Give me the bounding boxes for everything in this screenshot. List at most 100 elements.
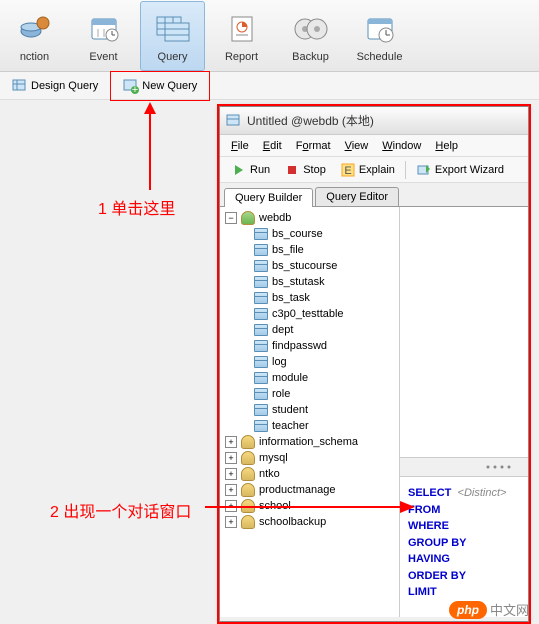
tree-view[interactable]: − webdb bs_course bs_file bs_stucoursebs_s… bbox=[220, 207, 400, 617]
stop-icon bbox=[284, 162, 300, 178]
tree-table-item[interactable]: role bbox=[223, 386, 396, 402]
toolbar-label: nction bbox=[20, 51, 49, 63]
design-label: Design Query bbox=[31, 80, 98, 92]
slider-bar bbox=[400, 457, 528, 477]
menu-bar: File Edit Format View Window Help bbox=[220, 135, 528, 157]
new-query-icon: + bbox=[123, 78, 139, 94]
tree-table-item[interactable]: bs_stucourse bbox=[223, 258, 396, 274]
tree-table-item[interactable]: student bbox=[223, 402, 396, 418]
export-icon bbox=[416, 162, 432, 178]
menu-help[interactable]: Help bbox=[429, 138, 464, 154]
sql-where: WHERE bbox=[408, 518, 520, 535]
tree-table-item[interactable]: c3p0_testtable bbox=[223, 306, 396, 322]
tree-db-item[interactable]: +information_schema bbox=[223, 434, 396, 450]
tree-panel: − webdb bs_course bs_file bs_stucoursebs_s… bbox=[220, 207, 528, 617]
toolbar-btn-nction[interactable]: nction bbox=[2, 1, 67, 71]
tree-label: bs_file bbox=[272, 244, 304, 256]
table-icon bbox=[253, 307, 269, 321]
tree-root[interactable]: − webdb bbox=[223, 210, 396, 226]
expand-icon[interactable]: + bbox=[225, 516, 237, 528]
design-query-button[interactable]: Design Query bbox=[5, 74, 105, 98]
tree-label: log bbox=[272, 356, 287, 368]
tree-label: student bbox=[272, 404, 308, 416]
tree-db-item[interactable]: +school bbox=[223, 498, 396, 514]
tree-table-item[interactable]: dept bbox=[223, 322, 396, 338]
tree-table-item[interactable]: log bbox=[223, 354, 396, 370]
tree-label: module bbox=[272, 372, 308, 384]
toolbar-btn-backup[interactable]: Backup bbox=[278, 1, 343, 71]
sql-having: HAVING bbox=[408, 551, 520, 568]
tab-query-builder[interactable]: Query Builder bbox=[224, 188, 313, 207]
sub-toolbar: Design Query + New Query bbox=[0, 72, 539, 100]
arrow-1 bbox=[130, 100, 170, 195]
toolbar-btn-query[interactable]: Query bbox=[140, 1, 205, 71]
tree-table-item[interactable]: bs_course bbox=[223, 226, 396, 242]
window-icon bbox=[226, 113, 242, 129]
table-icon bbox=[253, 227, 269, 241]
tree-label: findpasswd bbox=[272, 340, 327, 352]
watermark-badge: php bbox=[449, 601, 487, 619]
tree-db-item[interactable]: +ntko bbox=[223, 466, 396, 482]
title-bar[interactable]: Untitled @webdb (本地) bbox=[220, 107, 528, 135]
table-icon bbox=[253, 243, 269, 257]
stop-button[interactable]: Stop bbox=[278, 159, 332, 181]
database-icon bbox=[240, 483, 256, 497]
expand-icon[interactable]: + bbox=[225, 468, 237, 480]
tree-db-item[interactable]: +schoolbackup bbox=[223, 514, 396, 530]
tab-query-editor[interactable]: Query Editor bbox=[315, 187, 399, 206]
run-button[interactable]: Run bbox=[225, 159, 276, 181]
tree-table-item[interactable]: findpasswd bbox=[223, 338, 396, 354]
tree-db-item[interactable]: + mysql bbox=[223, 450, 396, 466]
tree-db-item[interactable]: + productmanage bbox=[223, 482, 396, 498]
menu-window[interactable]: Window bbox=[376, 138, 427, 154]
tree-label: productmanage bbox=[259, 484, 335, 496]
new-query-button[interactable]: + New Query bbox=[116, 74, 204, 98]
tree-table-item[interactable]: bs_stutask bbox=[223, 274, 396, 290]
window-title: Untitled @webdb (本地) bbox=[247, 112, 374, 129]
tree-label: mysql bbox=[259, 452, 288, 464]
watermark-text: 中文网 bbox=[490, 600, 529, 619]
toolbar-btn-event[interactable]: Event bbox=[71, 1, 136, 71]
tree-label: bs_course bbox=[272, 228, 323, 240]
design-icon bbox=[12, 78, 28, 94]
report-icon bbox=[222, 9, 262, 49]
watermark: php 中文网 bbox=[449, 600, 529, 619]
toolbar-label: Query bbox=[158, 51, 188, 63]
expand-icon[interactable]: + bbox=[225, 500, 237, 512]
gear-icon bbox=[15, 9, 55, 49]
run-label: Run bbox=[250, 164, 270, 176]
tree-table-item[interactable]: module bbox=[223, 370, 396, 386]
tree-table-item[interactable]: bs_file bbox=[223, 242, 396, 258]
toolbar-btn-report[interactable]: Report bbox=[209, 1, 274, 71]
database-icon bbox=[240, 451, 256, 465]
table-icon bbox=[253, 355, 269, 369]
toolbar-btn-schedule[interactable]: Schedule bbox=[347, 1, 412, 71]
export-button[interactable]: Export Wizard bbox=[410, 159, 510, 181]
table-icon bbox=[253, 387, 269, 401]
database-icon bbox=[240, 499, 256, 513]
export-label: Export Wizard bbox=[435, 164, 504, 176]
expand-icon[interactable]: + bbox=[225, 436, 237, 448]
tab-bar: Query Builder Query Editor bbox=[220, 183, 528, 207]
grip-icon[interactable] bbox=[483, 462, 523, 472]
stop-label: Stop bbox=[303, 164, 326, 176]
menu-edit[interactable]: Edit bbox=[257, 138, 288, 154]
tree-label: dept bbox=[272, 324, 293, 336]
right-panel: SELECT <Distinct> FROM WHERE GROUP BY HA… bbox=[400, 207, 528, 617]
database-icon bbox=[240, 467, 256, 481]
table-icon bbox=[253, 339, 269, 353]
sql-from: FROM bbox=[408, 502, 520, 519]
collapse-icon[interactable]: − bbox=[225, 212, 237, 224]
builder-canvas[interactable] bbox=[400, 207, 528, 457]
expand-icon[interactable]: + bbox=[225, 452, 237, 464]
menu-file[interactable]: File bbox=[225, 138, 255, 154]
menu-view[interactable]: View bbox=[339, 138, 375, 154]
sql-distinct: <Distinct> bbox=[458, 487, 507, 499]
clock-icon bbox=[360, 9, 400, 49]
svg-text:E: E bbox=[344, 165, 351, 177]
tree-table-item[interactable]: teacher bbox=[223, 418, 396, 434]
expand-icon[interactable]: + bbox=[225, 484, 237, 496]
tree-table-item[interactable]: bs_task bbox=[223, 290, 396, 306]
explain-button[interactable]: E Explain bbox=[334, 159, 401, 181]
menu-format[interactable]: Format bbox=[290, 138, 337, 154]
